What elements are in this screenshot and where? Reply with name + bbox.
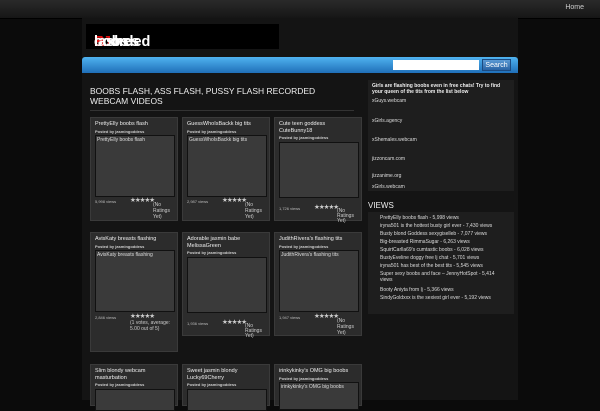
video-card[interactable]: GuessWhoIsBackk big tits Posted by jasmi… [182, 117, 270, 221]
video-card[interactable]: PrettyElly boobs flash Posted by jasming… [90, 117, 178, 221]
video-thumbnail[interactable] [187, 257, 267, 313]
video-title[interactable]: PrettyElly boobs flash [95, 121, 175, 128]
video-title[interactable]: JudithRivera's flashing tits [279, 236, 359, 243]
video-thumbnail[interactable]: irinkykinky's OMG big boobs [279, 382, 359, 410]
divider [90, 110, 354, 111]
site-logo[interactable]: Recorded LJ Boobs Flashes [86, 24, 279, 50]
posted-by: Posted by jasmingoddess [187, 382, 237, 387]
views-item[interactable]: Big-breasted RimmaSugar - 6,263 views [380, 239, 512, 245]
rating-stars[interactable]: ★★★★★ [314, 312, 339, 320]
posted-by: Posted by jasmingoddess [279, 376, 329, 381]
view-count: 2,987 views [187, 199, 209, 204]
sidebar-links-box: Girls are flashing boobs even in free ch… [368, 80, 514, 191]
rating-text: (No Ratings Yet) [337, 318, 354, 336]
rating-text: (1 votes, average: 5.00 out of 5) [130, 320, 171, 332]
sidebar-link[interactable]: jizzanime.org [372, 173, 401, 179]
search-input[interactable] [393, 60, 479, 70]
video-title[interactable]: Adorable jasmin babe MelissaGreen [187, 236, 267, 249]
video-title[interactable]: irinkykinky's OMG big boobs [279, 368, 359, 375]
video-thumbnail[interactable] [95, 389, 175, 411]
posted-by: Posted by jasmingoddess [95, 129, 145, 134]
view-count: 1,726 views [279, 206, 301, 211]
top-bar: Home [0, 0, 600, 19]
page-wrapper: Recorded LJ Boobs Flashes Search BOOBS F… [82, 18, 518, 411]
video-title[interactable]: Slim blondy webcam masturbation [95, 368, 175, 381]
views-item[interactable]: iryna501 has best of the best tits - 5,5… [380, 263, 512, 269]
rating-stars[interactable]: ★★★★★ [314, 203, 339, 211]
views-item[interactable]: PrettyElly boobs flash - 5,998 views [380, 215, 512, 221]
rating-text: (No Ratings Yet) [245, 202, 262, 220]
video-thumbnail[interactable]: AvisKaty breasts flashing [95, 250, 175, 312]
rating-stars[interactable]: ★★★★★ [130, 312, 155, 320]
rating-text: (No Ratings Yet) [245, 323, 262, 339]
video-title[interactable]: Sweet jasmin blondy Lucky69Cherry [187, 368, 267, 381]
view-count: 1,936 views [187, 321, 209, 326]
views-item[interactable]: BustyEveline doggy free lj chat - 5,701 … [380, 255, 512, 261]
views-item[interactable]: Super sexy boobs and face – JennyHotSpot… [380, 271, 504, 283]
search-button[interactable]: Search [482, 59, 511, 71]
views-list: PrettyElly boobs flash - 5,998 views iry… [368, 212, 514, 314]
main-content: BOOBS FLASH, ASS FLASH, PUSSY FLASH RECO… [86, 80, 362, 411]
sidebar-link[interactable]: xGirls.agency [372, 118, 402, 124]
views-item[interactable]: Busty blond Goddess sexygiselleb - 7,077… [380, 231, 512, 237]
posted-by: Posted by jasmingoddess [279, 135, 329, 140]
video-card[interactable]: JudithRivera's flashing tits Posted by j… [274, 232, 362, 336]
view-count: 5,998 views [95, 199, 117, 204]
nav-bar: Search [82, 57, 518, 73]
video-thumbnail[interactable]: PrettyElly boobs flash [95, 135, 175, 197]
video-title[interactable]: Cute teen goddess CuteBunny18 [279, 121, 359, 134]
posted-by: Posted by jasmingoddess [187, 129, 237, 134]
rating-stars[interactable]: ★★★★★ [130, 196, 155, 204]
sidebar: Girls are flashing boobs even in free ch… [368, 80, 514, 314]
video-title[interactable]: AvisKaty breasts flashing [95, 236, 175, 243]
home-link[interactable]: Home [565, 4, 584, 11]
view-count: 1,947 views [279, 315, 301, 320]
posted-by: Posted by jasmingoddess [279, 244, 329, 249]
video-thumbnail[interactable] [187, 389, 267, 411]
posted-by: Posted by jasmingoddess [187, 250, 237, 255]
posted-by: Posted by jasmingoddess [95, 244, 145, 249]
video-thumbnail[interactable]: JudithRivera's flashing tits [279, 250, 359, 312]
views-item[interactable]: Booty Aniyta from lj - 5,366 views [380, 287, 512, 293]
video-card[interactable]: Cute teen goddess CuteBunny18 Posted by … [274, 117, 362, 224]
posted-by: Posted by jasmingoddess [95, 382, 145, 387]
page-title: BOOBS FLASH, ASS FLASH, PUSSY FLASH RECO… [90, 86, 316, 106]
sidebar-link[interactable]: xGirls.webcam [372, 184, 405, 190]
rating-stars[interactable]: ★★★★★ [222, 318, 247, 326]
video-card[interactable]: Adorable jasmin babe MelissaGreen Posted… [182, 232, 270, 339]
video-title[interactable]: GuessWhoIsBackk big tits [187, 121, 267, 128]
video-thumbnail[interactable] [279, 142, 359, 198]
video-card[interactable]: AvisKaty breasts flashing Posted by jasm… [90, 232, 178, 352]
sidebar-link[interactable]: jizzoncam.com [372, 156, 405, 162]
sidebar-link[interactable]: xShemales.webcam [372, 137, 417, 143]
rating-text: (No Ratings Yet) [337, 208, 354, 224]
sidebar-intro: Girls are flashing boobs even in free ch… [372, 83, 501, 95]
views-item[interactable]: SindyGoldxxx is the sexiest girl ever - … [380, 295, 512, 301]
views-heading: VIEWS [368, 201, 394, 210]
views-item[interactable]: SquirtCarlla69's cumtastic boobs - 6,028… [380, 247, 512, 253]
video-thumbnail[interactable]: GuessWhoIsBackk big tits [187, 135, 267, 197]
view-count: 2,846 views [95, 315, 117, 320]
views-item[interactable]: iryna501 is the hottest busty girl ever … [380, 223, 512, 229]
sidebar-link[interactable]: xGuys.webcam [372, 98, 406, 104]
rating-text: (No Ratings Yet) [153, 202, 170, 220]
rating-stars[interactable]: ★★★★★ [222, 196, 247, 204]
